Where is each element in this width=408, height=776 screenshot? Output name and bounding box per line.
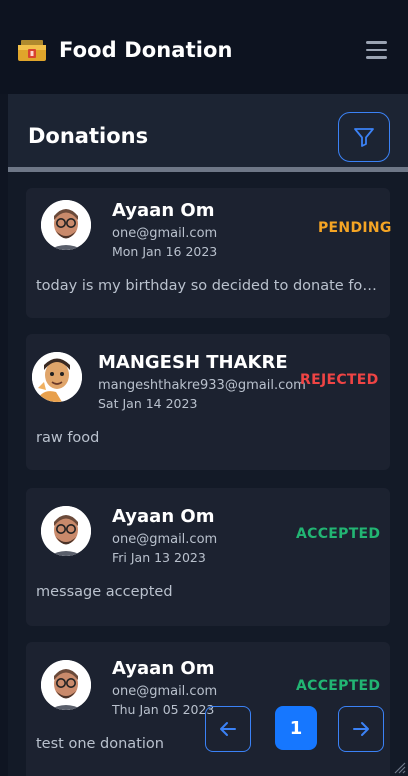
donor-name: Ayaan Om [112, 506, 215, 527]
page-number-button[interactable]: 1 [275, 706, 317, 750]
donor-name: MANGESH THAKRE [98, 352, 288, 373]
top-navbar: Food Donation [0, 0, 408, 94]
next-page-button[interactable] [338, 706, 384, 752]
donation-card[interactable]: MANGESH THAKRE mangeshthakre933@gmail.co… [26, 334, 390, 470]
status-badge: ACCEPTED [296, 526, 381, 542]
donation-message: raw food [36, 430, 100, 446]
arrow-left-icon [220, 722, 236, 736]
status-badge: ACCEPTED [296, 678, 381, 694]
status-badge: PENDING [318, 220, 392, 236]
avatar [41, 200, 91, 250]
avatar [32, 352, 82, 402]
filter-button[interactable] [338, 112, 390, 162]
donor-name: Ayaan Om [112, 200, 215, 221]
donations-panel: Donations Ayaan Om one@gmail.com Mon Jan… [8, 94, 408, 776]
donation-card[interactable]: Ayaan Om one@gmail.com Mon Jan 16 2023 P… [26, 188, 392, 318]
app-title[interactable]: Food Donation [59, 38, 233, 62]
arrow-right-icon [353, 722, 369, 736]
avatar [41, 506, 91, 556]
donor-email: one@gmail.com [112, 226, 218, 241]
donor-email: one@gmail.com [112, 684, 218, 699]
filter-funnel-icon [354, 128, 374, 147]
donor-email: mangeshthakre933@gmail.com [98, 378, 306, 393]
donation-box-icon[interactable] [18, 39, 46, 63]
donor-email: one@gmail.com [112, 532, 218, 547]
donation-date: Sat Jan 14 2023 [98, 396, 198, 411]
donation-message: today is my birthday so decided to donat… [36, 278, 380, 294]
donor-name: Ayaan Om [112, 658, 215, 679]
donation-card[interactable]: Ayaan Om one@gmail.com Fri Jan 13 2023 A… [26, 488, 390, 626]
panel-header: Donations [8, 94, 408, 172]
donation-message: message accepted [36, 584, 173, 600]
panel-title: Donations [28, 124, 149, 148]
status-badge: REJECTED [300, 372, 379, 388]
avatar [41, 660, 91, 710]
donation-date: Fri Jan 13 2023 [112, 550, 206, 565]
donation-date: Mon Jan 16 2023 [112, 244, 218, 259]
donation-date: Thu Jan 05 2023 [112, 702, 215, 717]
resize-grip-icon[interactable] [392, 760, 406, 774]
prev-page-button[interactable] [205, 706, 251, 752]
hamburger-menu-icon[interactable] [366, 41, 387, 59]
